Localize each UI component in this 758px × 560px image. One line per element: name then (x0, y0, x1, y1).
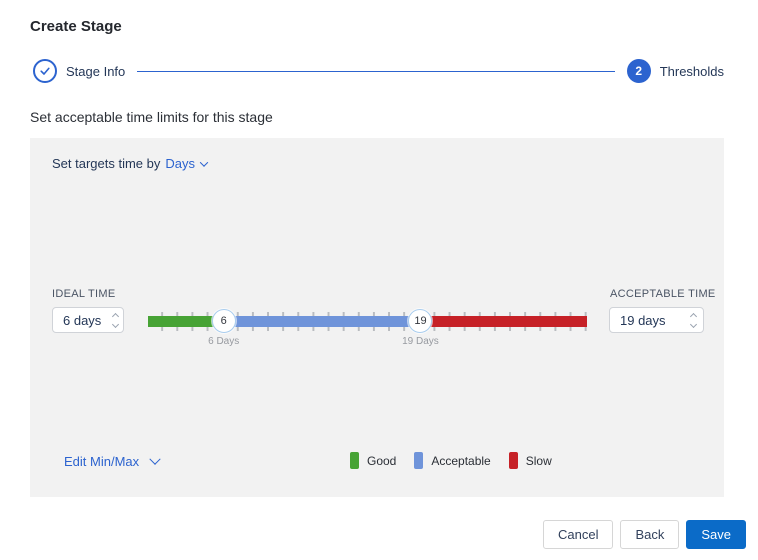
chevron-down-icon (199, 157, 209, 167)
section-subtitle: Set acceptable time limits for this stag… (30, 109, 273, 125)
chevron-down-icon (149, 453, 161, 465)
legend-item-good: Good (350, 452, 396, 469)
step-thresholds-label: Thresholds (659, 63, 724, 79)
edit-minmax-label: Edit Min/Max (64, 454, 140, 469)
check-circle-icon (33, 59, 57, 83)
stepper-connector-line (137, 70, 615, 72)
slider-segment-acceptable (223, 316, 421, 327)
chevron-down-icon (111, 320, 119, 328)
targets-row: Set targets time by Days (52, 156, 209, 171)
slider-segment-slow (420, 316, 587, 327)
slider-marker-label-ideal: 6 Days (208, 336, 240, 347)
back-button[interactable]: Back (620, 520, 680, 549)
step-thresholds[interactable]: 2 Thresholds (626, 59, 724, 83)
legend-label: Good (367, 453, 397, 468)
step-stage-info-label: Stage Info (66, 63, 126, 79)
chevron-up-icon (111, 312, 119, 320)
legend-label: Acceptable (431, 453, 491, 468)
step-stage-info[interactable]: Stage Info (33, 59, 125, 83)
page-title: Create Stage (30, 18, 122, 35)
slider-marker-label-acceptable: 19 Days (402, 336, 439, 347)
acceptable-time-label: ACCEPTABLE TIME (610, 288, 716, 300)
legend-label: Slow (525, 453, 552, 468)
targets-prefix-text: Set targets time by (52, 156, 161, 171)
slider-handle-ideal[interactable]: 6 (211, 309, 236, 333)
legend-item-acceptable: Acceptable (414, 452, 491, 469)
slow-swatch (508, 452, 518, 469)
acceptable-time-stepper[interactable] (686, 311, 700, 329)
cancel-button[interactable]: Cancel (542, 520, 614, 549)
save-button[interactable]: Save (686, 520, 746, 549)
time-unit-value: Days (165, 156, 196, 171)
ideal-time-stepper[interactable] (108, 311, 122, 329)
ideal-time-label: IDEAL TIME (52, 288, 116, 300)
slider-handle-acceptable[interactable]: 19 (408, 309, 433, 333)
dialog-footer: Cancel Back Save (542, 520, 746, 549)
good-swatch (350, 452, 359, 469)
threshold-slider: 6 19 6 Days 19 Days (148, 298, 587, 358)
slider-legend: Good Acceptable Slow (350, 452, 552, 469)
step-number-badge: 2 (626, 59, 651, 83)
time-unit-dropdown[interactable]: Days (165, 156, 209, 171)
chevron-up-icon (689, 312, 697, 320)
stepper: Stage Info 2 Thresholds (33, 58, 724, 84)
edit-minmax-link[interactable]: Edit Min/Max (64, 453, 161, 469)
chevron-down-icon (689, 320, 697, 328)
legend-item-slow: Slow (508, 452, 552, 469)
acceptable-swatch (414, 452, 424, 469)
thresholds-panel: Set targets time by Days IDEAL TIME 6 19… (30, 138, 724, 497)
create-stage-dialog: Create Stage Stage Info 2 Thresholds Set… (0, 0, 758, 560)
